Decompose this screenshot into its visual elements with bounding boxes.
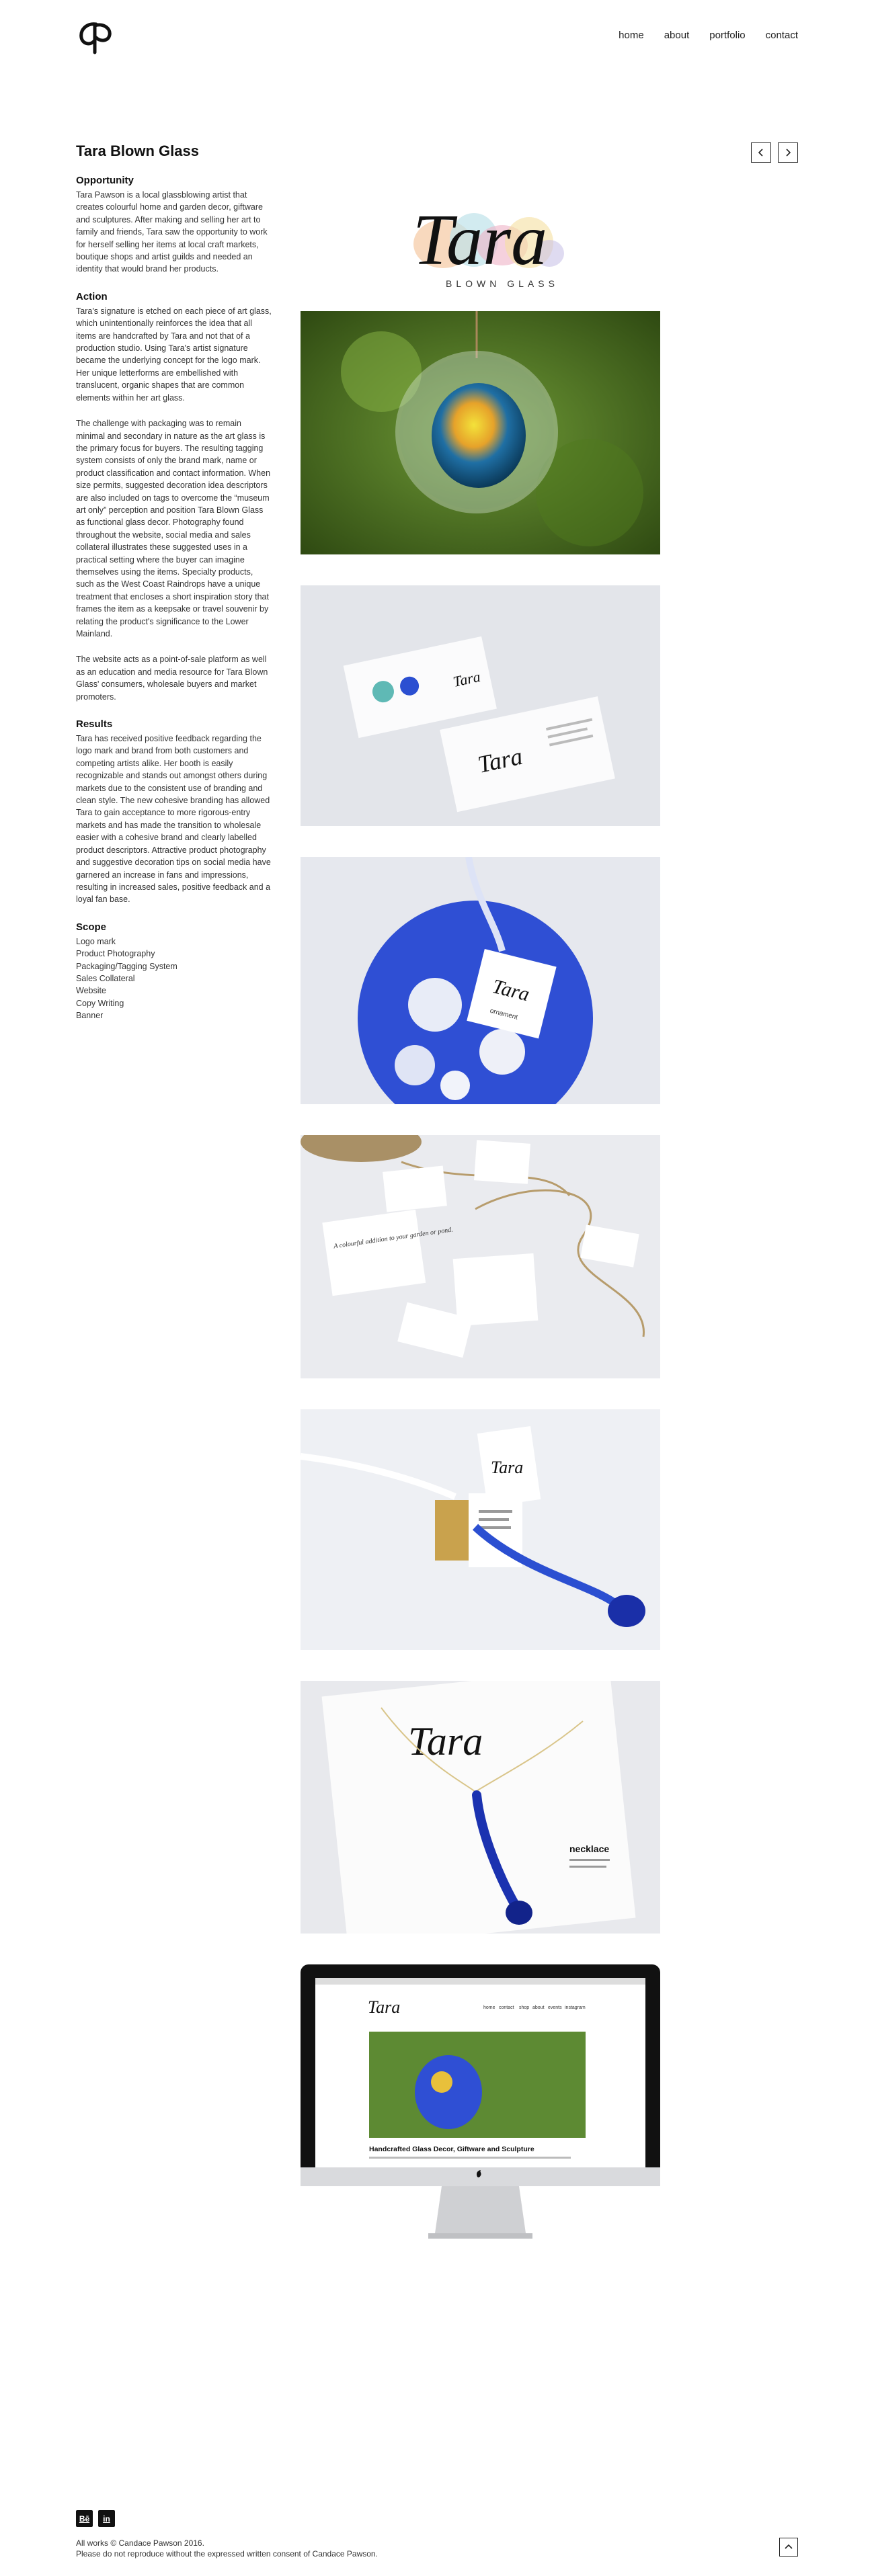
section-heading: Results (76, 718, 113, 731)
copyright-line: Please do not reproduce without the expr… (76, 2549, 378, 2559)
chevron-up-icon (785, 2544, 793, 2549)
section-paragraph: The website acts as a point-of-sale plat… (76, 655, 268, 702)
svg-text:Tara: Tara (368, 1997, 400, 2017)
project-description: Tara Blown Glass Opportunity Tara Pawson… (76, 142, 272, 1037)
project-gallery: Tara BLOWN GLASS Tara Tara Tara ornament… (301, 178, 660, 2252)
scope-list: Logo mark Product Photography Packaging/… (76, 936, 272, 1022)
section-results: Results Tara has received positive feedb… (76, 718, 272, 906)
mockup-nav-about: about (532, 2005, 545, 2010)
previous-project-button[interactable] (751, 142, 771, 163)
gallery-logo-image: Tara BLOWN GLASS (301, 178, 660, 300)
section-heading: Action (76, 290, 108, 302)
section-heading: Scope (76, 921, 107, 933)
mockup-headline: Handcrafted Glass Decor, Giftware and Sc… (369, 2145, 534, 2153)
mockup-nav-contact: contact (499, 2005, 514, 2010)
svg-text:Tara: Tara (408, 1719, 483, 1763)
scope-item: Logo mark (76, 936, 116, 946)
next-project-button[interactable] (778, 142, 798, 163)
section-scope: Scope Logo mark Product Photography Pack… (76, 921, 272, 1022)
mockup-nav-instagram: instagram (565, 2005, 586, 2010)
main-nav: home about portfolio contact (619, 30, 798, 41)
section-paragraph: Tara Pawson is a local glassblowing arti… (76, 190, 268, 274)
scope-item: Sales Collateral (76, 973, 135, 983)
copyright-line: All works © Candace Pawson 2016. (76, 2538, 204, 2548)
copyright-notice: All works © Candace Pawson 2016. Please … (76, 2538, 378, 2559)
logo-subtitle: BLOWN GLASS (446, 278, 559, 289)
mockup-nav-shop: shop (519, 2005, 529, 2010)
section-paragraph: Tara's signature is etched on each piece… (76, 306, 272, 403)
tara-logo-graphic: Tara BLOWN GLASS (301, 178, 660, 300)
section-opportunity: Opportunity Tara Pawson is a local glass… (76, 174, 272, 276)
scope-item: Copy Writing (76, 998, 124, 1008)
gallery-photo-raindrop: Tara (301, 1409, 660, 1650)
linkedin-icon[interactable]: in (98, 2510, 115, 2527)
section-action: Action Tara's signature is etched on eac… (76, 290, 272, 703)
nav-about[interactable]: about (664, 30, 690, 41)
logo-wordmark: Tara (413, 200, 547, 280)
gallery-photo-ornament-green (301, 311, 660, 554)
gallery-photo-business-cards: Tara Tara (301, 585, 660, 826)
project-pagination (751, 142, 798, 163)
chevron-left-icon (758, 149, 763, 157)
chevron-right-icon (786, 149, 791, 157)
behance-icon[interactable]: Bē (76, 2510, 93, 2527)
nav-contact[interactable]: contact (766, 30, 798, 41)
section-paragraph: The challenge with packaging was to rema… (76, 419, 271, 638)
scope-item: Product Photography (76, 949, 155, 959)
nav-portfolio[interactable]: portfolio (709, 30, 745, 41)
svg-text:Tara: Tara (491, 1458, 523, 1477)
gallery-photo-ornament-blue: Tara ornament (301, 857, 660, 1104)
section-paragraph: Tara has received positive feedback rega… (76, 734, 271, 905)
mockup-nav-events: events (548, 2005, 562, 2010)
mockup-nav-home: home (483, 2005, 495, 2010)
nav-home[interactable]: home (619, 30, 644, 41)
gallery-photo-hang-tags: A colourful addition to your garden or p… (301, 1135, 660, 1378)
site-logo[interactable] (76, 19, 115, 55)
necklace-tag-label: necklace (569, 1843, 609, 1854)
back-to-top-button[interactable] (779, 2538, 798, 2557)
scope-item: Website (76, 986, 106, 996)
project-title: Tara Blown Glass (76, 142, 199, 159)
social-links: Bē in (76, 2510, 115, 2527)
section-heading: Opportunity (76, 175, 134, 186)
scope-item: Packaging/Tagging System (76, 961, 177, 971)
cp-monogram-icon (79, 22, 112, 54)
scope-item: Banner (76, 1011, 104, 1021)
gallery-photo-necklace: Tara necklace (301, 1681, 660, 1934)
gallery-website-mockup: Tara home contact shop about events inst… (301, 1964, 660, 2252)
